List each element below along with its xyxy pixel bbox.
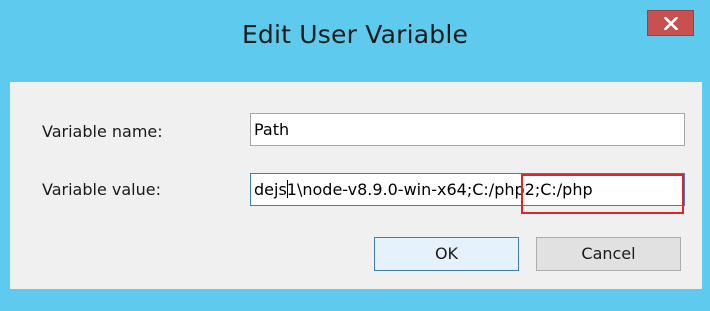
window-bottom-border <box>0 289 710 311</box>
variable-value-text-after-caret: 1\node-v8.9.0-win-x64;C:/php2;C:/php <box>286 180 593 199</box>
dialog-window: Edit User Variable Variable name: Path V… <box>0 0 710 311</box>
title-bar[interactable]: Edit User Variable <box>0 0 710 82</box>
ok-button[interactable]: OK <box>374 237 519 271</box>
cancel-button[interactable]: Cancel <box>536 237 681 271</box>
variable-value-text-before-caret: dejs <box>254 180 287 199</box>
variable-name-value: Path <box>254 120 290 139</box>
close-button[interactable] <box>647 10 694 36</box>
variable-value-label: Variable value: <box>42 180 161 199</box>
variable-name-input[interactable]: Path <box>250 113 685 146</box>
dialog-title: Edit User Variable <box>241 20 469 49</box>
variable-value-input[interactable]: dejs1\node-v8.9.0-win-x64;C:/php2;C:/php <box>250 173 685 206</box>
variable-name-label: Variable name: <box>42 122 163 141</box>
close-x-icon <box>664 17 678 30</box>
